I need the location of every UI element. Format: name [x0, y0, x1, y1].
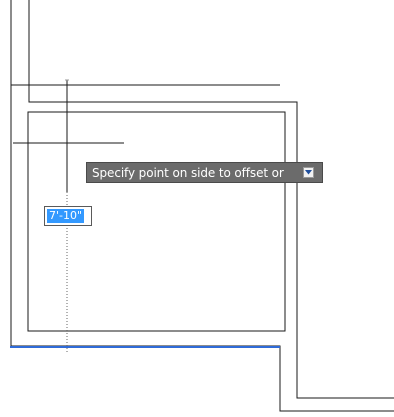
dynamic-input-value[interactable]: 7'-10": [47, 209, 85, 223]
chevron-down-icon: [305, 170, 312, 175]
command-prompt-tooltip: Specify point on side to offset or: [86, 162, 323, 183]
dynamic-input-field[interactable]: 7'-10": [44, 206, 92, 226]
options-dropdown-button[interactable]: [303, 167, 314, 178]
command-prompt-text: Specify point on side to offset or: [92, 165, 284, 180]
outer-wall-inner-line[interactable]: [28, 0, 394, 399]
